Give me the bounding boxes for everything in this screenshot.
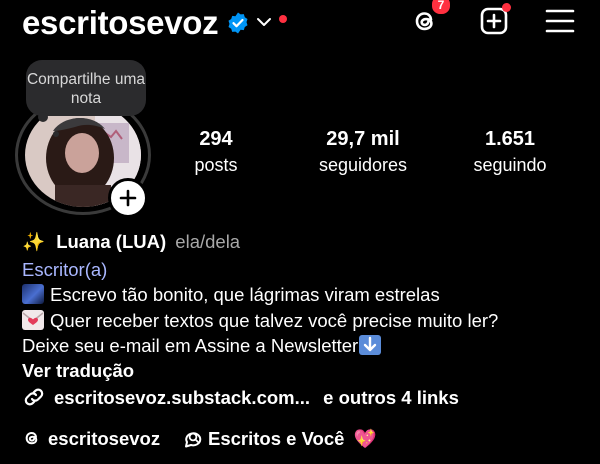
chat-bubble-icon [185, 432, 202, 448]
threads-small-icon [25, 431, 38, 445]
note-text: Compartilhe uma nota [26, 71, 146, 107]
profile-display-name: Luana (LUA) [56, 231, 167, 252]
see-translation-link[interactable]: Ver tradução [22, 360, 134, 382]
bio-links[interactable]: escritosevoz.substack.com... e outros 4 … [22, 386, 459, 409]
profile-name-line: ✨ Luana (LUA) ela/dela [22, 231, 240, 253]
menu-button[interactable] [543, 4, 577, 38]
milky-way-icon [22, 284, 44, 304]
stat-following-value: 1.651 [484, 128, 536, 150]
stat-followers[interactable]: 29,7 mil seguidores [298, 128, 428, 176]
add-story-button[interactable] [108, 178, 148, 218]
profile-category: Escritor(a) [22, 259, 108, 280]
bio-line-3: Deixe seu e-mail em Assine a Newsletter [22, 335, 382, 357]
threads-handle: escritosevoz [48, 428, 161, 449]
account-notification-dot [279, 15, 287, 23]
external-link[interactable]: escritosevoz.substack.com... [54, 387, 310, 408]
love-letter-icon [22, 310, 44, 330]
channel-name: Escritos e Você [208, 428, 345, 449]
stat-posts-value: 294 [199, 128, 233, 150]
sparkling-heart-emoji: 💖 [353, 428, 377, 449]
profile-pronouns: ela/dela [175, 231, 241, 252]
bio-line-1: Escrevo tão bonito, que lágrimas viram e… [22, 284, 440, 306]
stat-followers-label: seguidores [318, 155, 408, 175]
stat-following[interactable]: 1.651 seguindo [445, 128, 575, 176]
stat-posts-label: posts [194, 155, 238, 175]
threads-notification-badge: 7 [430, 0, 452, 16]
stat-followers-value: 29,7 mil [326, 128, 400, 150]
stat-posts[interactable]: 294 posts [151, 128, 281, 176]
bio-line-2-text: Quer receber textos que talvez você prec… [50, 310, 499, 331]
down-arrow-icon [359, 335, 382, 355]
sparkles-emoji: ✨ [22, 231, 46, 252]
menu-icon [545, 9, 575, 33]
more-links[interactable]: e outros 4 links [323, 387, 459, 408]
stat-following-label: seguindo [473, 155, 547, 175]
verified-badge-icon [228, 12, 248, 34]
broadcast-channel-link[interactable]: Escritos e Você 💖 [182, 428, 377, 450]
bio-line-2: Quer receber textos que talvez você prec… [22, 310, 498, 332]
link-icon [24, 388, 44, 406]
create-notification-dot [502, 3, 511, 12]
plus-icon [119, 189, 137, 207]
profile-username[interactable]: escritosevoz [22, 4, 219, 42]
note-bubble-tail [38, 112, 48, 122]
bio-line-3-text: Deixe seu e-mail em Assine a Newsletter [22, 335, 359, 356]
note-bubble[interactable]: Compartilhe uma nota [26, 60, 146, 116]
threads-profile-link[interactable]: escritosevoz [22, 428, 160, 450]
bio-line-1-text: Escrevo tão bonito, que lágrimas viram e… [50, 284, 440, 305]
note-bubble-tail-small [53, 131, 59, 137]
chevron-down-icon[interactable] [256, 14, 272, 30]
